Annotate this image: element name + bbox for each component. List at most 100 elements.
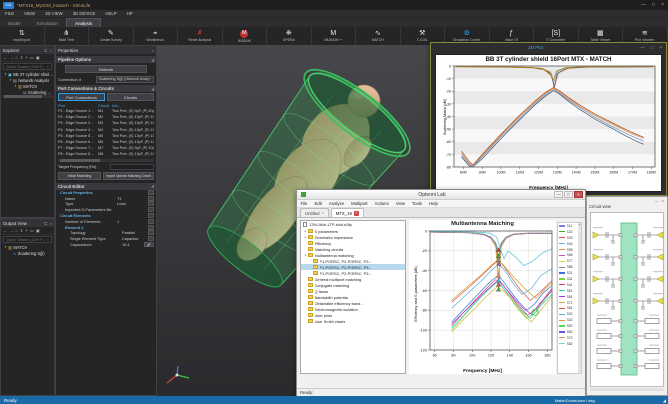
connection-dropdown[interactable]: Scattering S(jl) (Network Analy▾ bbox=[96, 76, 154, 83]
nav-icon[interactable]: ▭ bbox=[30, 228, 34, 233]
pipeline-options-section[interactable]: Pipeline Options bbox=[58, 57, 91, 62]
window-control-button[interactable]: × bbox=[661, 2, 664, 8]
ports-table-hscrollbar[interactable] bbox=[58, 159, 154, 162]
multiantenna-chart-canvas[interactable]: 60801001201401601800-20-40-60-80-100-120 bbox=[409, 229, 555, 362]
search-input[interactable] bbox=[4, 237, 47, 242]
nav-icon[interactable]: → bbox=[9, 55, 13, 60]
property-row[interactable]: Name T1 bbox=[58, 195, 154, 201]
toolbar-button[interactable]: ⌖ Workbench bbox=[134, 27, 179, 45]
clear-search-icon[interactable]: × bbox=[47, 64, 51, 69]
property-row[interactable]: Topology Parallel bbox=[58, 230, 154, 236]
menu-item[interactable]: HP bbox=[122, 11, 138, 16]
tree-item[interactable]: ∿ Scattering S(jl) bbox=[1, 250, 54, 256]
close-icon[interactable]: × bbox=[50, 48, 52, 53]
window-control-button[interactable]: × bbox=[574, 191, 583, 198]
nav-icon[interactable]: ▣ bbox=[36, 228, 40, 233]
nav-icon[interactable]: ← bbox=[3, 228, 7, 233]
close-icon[interactable]: × bbox=[50, 221, 52, 226]
initial-matching-button[interactable]: Initial Matching bbox=[58, 172, 101, 180]
resize-grip-icon[interactable]: ◢ bbox=[663, 398, 668, 403]
menu-item[interactable]: 3D DEVICE bbox=[68, 11, 101, 16]
menu-item[interactable]: Help bbox=[426, 201, 442, 206]
nav-icon[interactable]: ⌂ bbox=[15, 55, 18, 60]
menu-item[interactable]: FILE bbox=[0, 11, 19, 16]
ribbon-tab[interactable]: Model bbox=[0, 19, 29, 27]
pin-icon[interactable]: ⊏ bbox=[44, 221, 47, 226]
menu-item[interactable]: Actions bbox=[371, 201, 392, 206]
search-input[interactable] bbox=[4, 64, 47, 69]
port-connections-section[interactable]: Port Connections & Circuits bbox=[58, 86, 114, 91]
nav-icon[interactable]: ↥ bbox=[20, 55, 24, 60]
tree-item[interactable]: User Smith charts bbox=[301, 318, 405, 324]
pin-icon[interactable]: ⊏ bbox=[44, 48, 47, 53]
tab-close-icon[interactable]: × bbox=[354, 211, 359, 216]
explorer-search[interactable]: × bbox=[3, 63, 52, 70]
table-row[interactable]: P8 - Edge Source 8 ... M8 Two Port, (S) … bbox=[58, 151, 154, 157]
legend-scrollbar[interactable]: ▲ bbox=[578, 223, 581, 373]
nav-icon[interactable]: ▣ bbox=[36, 55, 40, 60]
tab-close-icon[interactable]: × bbox=[322, 211, 324, 215]
match-chart-canvas[interactable]: 80M90M100M110M120M130M140M150M160M170M18… bbox=[436, 64, 663, 179]
match-chart[interactable]: BB 3T cylinder shield 16Port MTX - MATCH… bbox=[435, 54, 662, 192]
nav-icon[interactable]: → bbox=[9, 228, 13, 233]
port-connections-button[interactable]: Port Connections bbox=[58, 93, 105, 101]
menu-item[interactable]: Tools bbox=[408, 201, 425, 206]
window-control-button[interactable]: — bbox=[554, 191, 563, 198]
window-control-button[interactable]: — bbox=[655, 198, 659, 203]
circuit-schematic[interactable] bbox=[590, 212, 664, 387]
toolbar-button[interactable]: ⋔ Multi Tree bbox=[45, 27, 90, 45]
window-control-button[interactable]: × bbox=[662, 198, 664, 203]
ribbon-tab[interactable]: Analysis bbox=[66, 18, 101, 27]
toolbar-button[interactable]: ✗ Reset Analysis bbox=[178, 27, 223, 45]
circuit-hscrollbar[interactable] bbox=[590, 388, 664, 391]
property-row[interactable]: Type Load bbox=[58, 201, 154, 207]
window-control-button[interactable]: □ bbox=[651, 45, 654, 50]
window-control-button[interactable]: — bbox=[640, 45, 644, 50]
import-optenni-button[interactable]: Import Optenni Matching Circuit bbox=[103, 172, 154, 180]
tree-root-item[interactable]: 17M-16ch-LTP-shld.s16p bbox=[301, 221, 405, 228]
toolbar-button[interactable]: ⇅ Imp/Export bbox=[0, 27, 45, 45]
menu-item[interactable]: File bbox=[297, 201, 311, 206]
document-tab[interactable]: MTX_19 × bbox=[331, 208, 364, 217]
target-frequency-input[interactable] bbox=[110, 164, 154, 170]
plot2d-titlebar[interactable]: 2D Plot —□× bbox=[431, 43, 666, 52]
toolbar-button[interactable]: ✎ Create Survey bbox=[89, 27, 134, 45]
nav-icon[interactable]: ⌂ bbox=[15, 228, 18, 233]
explorer-hscrollbar[interactable] bbox=[2, 95, 55, 98]
toolbar-button[interactable]: M MUSAIK++ bbox=[312, 27, 357, 45]
nav-icon[interactable]: ▭ bbox=[30, 55, 34, 60]
circuit-editor-section[interactable]: Circuit Editor bbox=[58, 184, 85, 189]
document-tab[interactable]: Untitled × bbox=[300, 208, 329, 217]
multiantenna-chart[interactable]: Multiantenna Matching Efficiency and S p… bbox=[409, 220, 556, 374]
window-control-button[interactable]: — bbox=[641, 2, 646, 8]
nav-icon[interactable]: + bbox=[25, 228, 27, 233]
optenni-titlebar[interactable]: Optenni Lab —□× bbox=[297, 190, 585, 200]
property-row[interactable]: Capacitance 10.4 pF bbox=[58, 242, 154, 248]
menu-item[interactable]: Edit bbox=[311, 201, 325, 206]
ribbon-tab[interactable]: Simulation bbox=[29, 19, 66, 27]
toolbar-button[interactable]: ❋ OPERA bbox=[267, 27, 312, 45]
window-control-button[interactable]: □ bbox=[564, 191, 573, 198]
nav-icon[interactable]: ← bbox=[3, 55, 7, 60]
legend-entry[interactable]: S82 bbox=[558, 341, 578, 347]
toolbar-button[interactable]: M MUSAIK bbox=[223, 27, 268, 45]
property-row[interactable]: Number of Elements 1 bbox=[58, 218, 154, 224]
refresh-button[interactable]: Refresh bbox=[65, 65, 147, 73]
menu-item[interactable]: VIEW bbox=[19, 11, 40, 16]
nav-icon[interactable]: + bbox=[25, 55, 27, 60]
clear-search-icon[interactable]: × bbox=[47, 237, 51, 242]
toolbar-button[interactable]: ∿ MATCH bbox=[356, 27, 401, 45]
tree-item[interactable]: ▾ ▣ BB 3T cylinder shield 16Port MTX bbox=[1, 71, 54, 77]
menu-item[interactable]: View bbox=[392, 201, 408, 206]
menu-item[interactable]: HELP bbox=[100, 11, 121, 16]
close-icon[interactable]: × bbox=[152, 48, 154, 53]
nav-icon[interactable]: ↥ bbox=[20, 228, 24, 233]
menu-item[interactable]: Analyze bbox=[325, 201, 347, 206]
property-row[interactable]: Single Element Type Capacitor bbox=[58, 236, 154, 242]
circuits-button[interactable]: Circuits bbox=[107, 93, 154, 101]
output-view-search[interactable]: × bbox=[3, 236, 52, 243]
window-control-button[interactable]: □ bbox=[652, 2, 655, 8]
window-control-button[interactable]: × bbox=[659, 45, 662, 50]
menu-item[interactable]: Multiport bbox=[348, 201, 371, 206]
menu-item[interactable]: 3D VIEW bbox=[40, 11, 68, 16]
